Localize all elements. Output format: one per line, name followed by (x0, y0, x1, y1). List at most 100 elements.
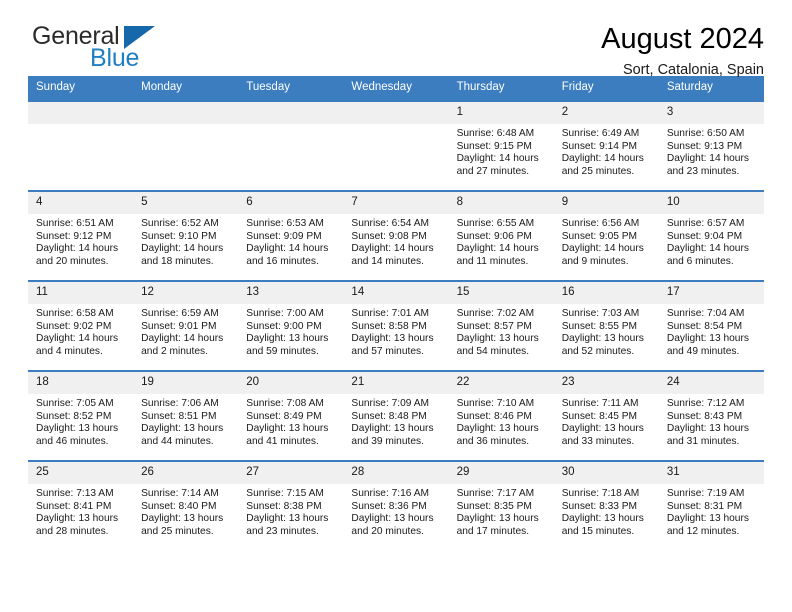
day-details: Sunrise: 7:18 AM Sunset: 8:33 PM Daylight:… (554, 484, 659, 538)
sunset-time: Sunset: 8:54 PM (666, 320, 743, 332)
day-cell[interactable]: 9 Sunrise: 6:56 AM Sunset: 9:05 PM Daylight… (553, 190, 659, 281)
day-cell[interactable]: 19 Sunrise: 7:06 AM Sunset: 8:51 PM Dayligh… (133, 370, 239, 461)
day-cell[interactable]: 18 Sunrise: 7:05 AM Sunset: 8:52 PM Dayligh… (28, 370, 134, 461)
day-number: 12 (133, 282, 239, 304)
day-cell[interactable]: 7 Sunrise: 6:54 AM Sunset: 9:08 PM Daylight… (343, 190, 449, 281)
sunrise-time: Sunrise: 6:49 AM (561, 128, 640, 139)
day-cell[interactable]: 1 Sunrise: 6:48 AM Sunset: 9:15 PM Daylight… (448, 100, 554, 191)
sunset-time: Sunset: 8:58 PM (351, 320, 427, 332)
sunrise-time: Sunrise: 7:15 AM (246, 488, 324, 499)
daylight-duration-line1: Daylight: 13 hours (246, 513, 329, 525)
sunrise-time: Sunrise: 6:48 AM (456, 128, 535, 139)
day-cell[interactable]: 27 Sunrise: 7:15 AM Sunset: 8:38 PM Dayligh… (238, 460, 344, 550)
day-details: Sunrise: 7:04 AM Sunset: 8:54 PM Daylight:… (659, 304, 764, 358)
sunset-time: Sunset: 8:46 PM (456, 410, 532, 422)
day-details: Sunrise: 6:48 AM Sunset: 9:15 PM Daylight:… (449, 124, 554, 178)
day-cell[interactable]: 4 Sunrise: 6:51 AM Sunset: 9:12 PM Daylight… (28, 190, 134, 281)
daylight-duration-line1: Daylight: 13 hours (456, 423, 539, 435)
day-cell[interactable]: 3 Sunrise: 6:50 AM Sunset: 9:13 PM Daylight… (658, 100, 764, 191)
daylight-duration-line2: and 49 minutes. (666, 345, 740, 357)
sunrise-time: Sunrise: 7:06 AM (141, 398, 219, 409)
general-blue-logo[interactable]: General Blue (28, 22, 160, 72)
day-number: 18 (28, 372, 134, 394)
day-cell[interactable]: 28 Sunrise: 7:16 AM Sunset: 8:36 PM Dayligh… (343, 460, 449, 550)
sunset-time: Sunset: 9:02 PM (36, 320, 112, 332)
day-details: Sunrise: 7:12 AM Sunset: 8:43 PM Daylight:… (659, 394, 764, 448)
day-number: 21 (343, 372, 449, 394)
sunrise-sunset-calendar: Sunday Monday Tuesday Wednesday Thursday Frid… (28, 76, 764, 550)
daylight-duration-line1: Daylight: 13 hours (351, 333, 434, 345)
day-cell[interactable]: 25 Sunrise: 7:13 AM Sunset: 8:41 PM Dayligh… (28, 460, 134, 550)
day-number: 13 (238, 282, 344, 304)
sunrise-time: Sunrise: 7:11 AM (561, 398, 639, 409)
daylight-duration-line2: and 11 minutes. (456, 255, 529, 267)
sunrise-time: Sunrise: 6:50 AM (666, 128, 745, 139)
daylight-duration-line1: Daylight: 13 hours (351, 423, 434, 435)
day-cell[interactable]: 11 Sunrise: 6:58 AM Sunset: 9:02 PM Dayligh… (28, 280, 134, 371)
sunset-time: Sunset: 8:49 PM (246, 410, 322, 422)
day-cell[interactable]: 21 Sunrise: 7:09 AM Sunset: 8:48 PM Dayligh… (343, 370, 449, 461)
daylight-duration-line1: Daylight: 14 hours (36, 243, 119, 255)
day-cell[interactable]: 20 Sunrise: 7:08 AM Sunset: 8:49 PM Dayligh… (238, 370, 344, 461)
day-details: Sunrise: 7:02 AM Sunset: 8:57 PM Daylight:… (449, 304, 554, 358)
day-details: Sunrise: 6:49 AM Sunset: 9:14 PM Daylight:… (554, 124, 659, 178)
day-details: Sunrise: 6:51 AM Sunset: 9:12 PM Daylight:… (28, 214, 133, 268)
sunrise-time: Sunrise: 6:52 AM (141, 218, 219, 229)
sunset-time: Sunset: 8:45 PM (561, 410, 638, 422)
sunset-time: Sunset: 9:15 PM (456, 140, 532, 152)
day-cell[interactable]: 14 Sunrise: 7:01 AM Sunset: 8:58 PM Dayligh… (343, 280, 449, 371)
sunset-time: Sunset: 8:31 PM (666, 500, 743, 512)
day-cell[interactable]: 5 Sunrise: 6:52 AM Sunset: 9:10 PM Daylight… (133, 190, 239, 281)
sunrise-time: Sunrise: 7:13 AM (36, 488, 114, 499)
sunrise-time: Sunrise: 7:05 AM (36, 398, 114, 409)
day-details: Sunrise: 6:50 AM Sunset: 9:13 PM Daylight:… (659, 124, 764, 178)
day-number: 6 (238, 192, 344, 214)
day-cell[interactable]: 29 Sunrise: 7:17 AM Sunset: 8:35 PM Dayligh… (448, 460, 554, 550)
sunset-time: Sunset: 8:36 PM (351, 500, 427, 512)
daylight-duration-line1: Daylight: 14 hours (141, 243, 224, 255)
day-details: Sunrise: 7:10 AM Sunset: 8:46 PM Daylight:… (449, 394, 554, 448)
day-number: 24 (658, 372, 764, 394)
day-cell[interactable]: 23 Sunrise: 7:11 AM Sunset: 8:45 PM Dayligh… (553, 370, 659, 461)
day-cell[interactable]: 24 Sunrise: 7:12 AM Sunset: 8:43 PM Dayligh… (658, 370, 764, 461)
day-cell[interactable]: 22 Sunrise: 7:10 AM Sunset: 8:46 PM Dayligh… (448, 370, 554, 461)
day-cell[interactable]: 8 Sunrise: 6:55 AM Sunset: 9:06 PM Daylight… (448, 190, 554, 281)
day-number: 17 (658, 282, 764, 304)
sunrise-time: Sunrise: 7:16 AM (351, 488, 430, 499)
day-cell[interactable]: 30 Sunrise: 7:18 AM Sunset: 8:33 PM Dayligh… (553, 460, 659, 550)
day-cell[interactable]: 26 Sunrise: 7:14 AM Sunset: 8:40 PM Dayligh… (133, 460, 239, 550)
day-details: Sunrise: 7:00 AM Sunset: 9:00 PM Daylight:… (238, 304, 343, 358)
day-cell-empty (28, 100, 134, 191)
day-cell[interactable]: 10 Sunrise: 6:57 AM Sunset: 9:04 PM Dayligh… (658, 190, 764, 281)
day-number: 14 (343, 282, 449, 304)
weekday-header-wednesday: Wednesday (343, 76, 449, 101)
day-cell[interactable]: 13 Sunrise: 7:00 AM Sunset: 9:00 PM Dayligh… (238, 280, 344, 371)
day-cell[interactable]: 15 Sunrise: 7:02 AM Sunset: 8:57 PM Dayligh… (448, 280, 554, 371)
day-cell[interactable]: 31 Sunrise: 7:19 AM Sunset: 8:31 PM Dayligh… (658, 460, 764, 550)
day-number: 23 (553, 372, 659, 394)
daylight-duration-line1: Daylight: 13 hours (561, 423, 644, 435)
daylight-duration-line1: Daylight: 13 hours (246, 333, 329, 345)
sunset-time: Sunset: 9:12 PM (36, 230, 112, 242)
day-cell[interactable]: 16 Sunrise: 7:03 AM Sunset: 8:55 PM Dayligh… (553, 280, 659, 371)
day-number: 25 (28, 462, 134, 484)
daylight-duration-line2: and 23 minutes. (246, 525, 319, 537)
sunset-time: Sunset: 8:48 PM (351, 410, 427, 422)
sunset-time: Sunset: 8:38 PM (246, 500, 322, 512)
day-number: 8 (448, 192, 554, 214)
daylight-duration-line2: and 31 minutes. (666, 435, 740, 447)
weekday-header-sunday: Sunday (28, 76, 134, 101)
sunset-time: Sunset: 9:09 PM (246, 230, 322, 242)
daylight-duration-line2: and 52 minutes. (561, 345, 635, 357)
daylight-duration-line1: Daylight: 14 hours (36, 333, 119, 345)
daylight-duration-line1: Daylight: 14 hours (666, 243, 749, 255)
sunset-time: Sunset: 9:00 PM (246, 320, 322, 332)
day-number: 26 (133, 462, 239, 484)
day-cell[interactable]: 6 Sunrise: 6:53 AM Sunset: 9:09 PM Daylight… (238, 190, 344, 281)
day-cell[interactable]: 2 Sunrise: 6:49 AM Sunset: 9:14 PM Daylight… (553, 100, 659, 191)
day-cell[interactable]: 12 Sunrise: 6:59 AM Sunset: 9:01 PM Dayligh… (133, 280, 239, 371)
day-details: Sunrise: 6:52 AM Sunset: 9:10 PM Daylight:… (133, 214, 238, 268)
daylight-duration-line1: Daylight: 14 hours (456, 243, 539, 255)
sunrise-time: Sunrise: 7:14 AM (141, 488, 219, 499)
day-cell[interactable]: 17 Sunrise: 7:04 AM Sunset: 8:54 PM Dayligh… (658, 280, 764, 371)
